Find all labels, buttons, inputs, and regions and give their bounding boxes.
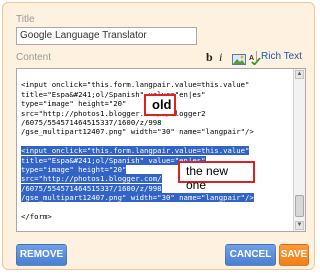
toolbar-separator: | xyxy=(255,50,258,62)
svg-text:A: A xyxy=(249,55,254,62)
code-line: <input onclick="this.form.langpair.value… xyxy=(21,80,250,90)
content-label: Content xyxy=(16,52,52,63)
selected-code-line: /6075/554571464515337/1600/z/998 xyxy=(21,183,162,193)
annotation-old: old xyxy=(144,94,176,116)
scroll-thumb[interactable] xyxy=(295,195,304,217)
scroll-up-icon[interactable]: ▲ xyxy=(295,70,304,79)
image-icon[interactable] xyxy=(232,52,246,65)
title-input[interactable]: Google Language Translator xyxy=(16,27,197,45)
bold-button[interactable]: b xyxy=(206,50,213,66)
code-line: </form> xyxy=(21,212,52,222)
code-line: /gse_multipart12407.png" width="30" name… xyxy=(21,127,254,137)
remove-button[interactable]: REMOVE xyxy=(16,244,67,266)
selected-code-line: <input onclick="this.form.langpair.value… xyxy=(21,146,250,156)
html-editor-textarea[interactable]: <input onclick="this.form.langpair.value… xyxy=(16,68,306,232)
annotation-new: the new one xyxy=(178,161,255,192)
editor-scrollbar[interactable]: ▲ ▼ xyxy=(293,69,305,231)
italic-button[interactable]: i xyxy=(219,50,222,66)
rich-text-link[interactable]: Rich Text xyxy=(261,51,302,62)
scroll-down-icon[interactable]: ▼ xyxy=(295,221,304,230)
save-button[interactable]: SAVE xyxy=(279,244,309,266)
selected-code-line: /gse_multipart12407.png" width="30" name… xyxy=(21,193,254,203)
title-label: Title xyxy=(16,14,35,25)
cancel-button[interactable]: CANCEL xyxy=(225,244,276,266)
code-line: /6075/554571464515337/1600/z/998 xyxy=(21,118,162,128)
post-editor-panel: Title Google Language Translator Content… xyxy=(2,2,315,270)
